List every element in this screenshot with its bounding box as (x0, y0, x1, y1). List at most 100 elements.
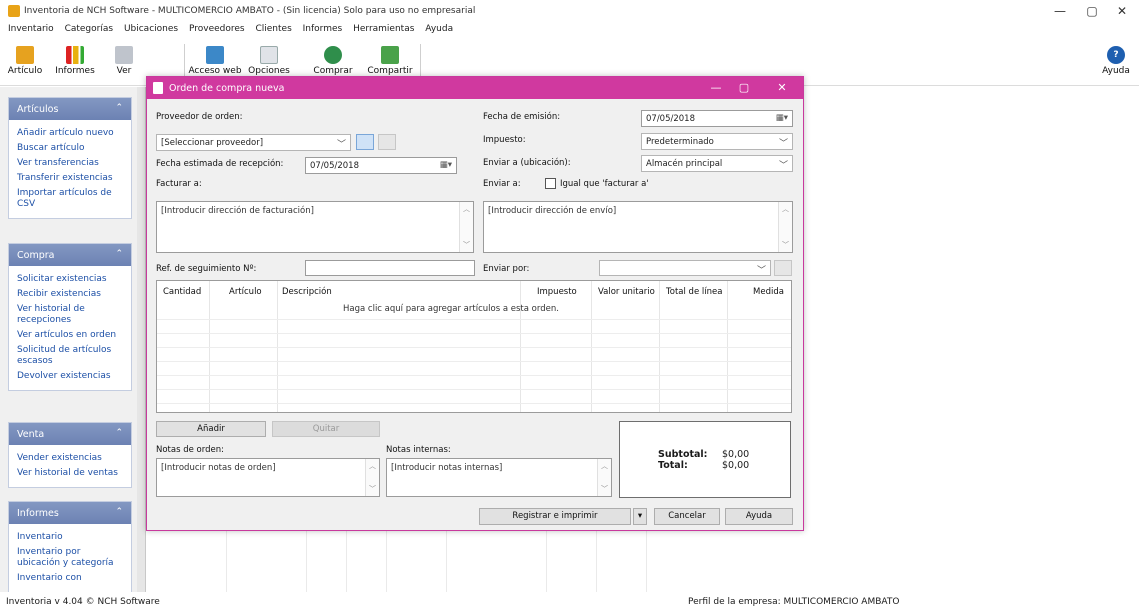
status-company: Perfil de la empresa: MULTICOMERCIO AMBA… (688, 597, 900, 607)
link-vender-existencias[interactable]: Vender existencias (9, 451, 131, 466)
calendar-icon[interactable]: ▦▾ (776, 113, 788, 123)
informes-button[interactable]: Informes (50, 40, 100, 86)
notas-internas-textarea[interactable]: [Introducir notas internas] ︿ ﹀ (386, 458, 612, 497)
supplier-search-button[interactable] (356, 134, 374, 150)
toolbar-separator (420, 44, 421, 80)
link-inventario[interactable]: Inventario (9, 530, 131, 545)
menu-herramientas[interactable]: Herramientas (353, 24, 414, 34)
empty-hint[interactable]: Haga clic aquí para agregar artículos a … (343, 304, 559, 314)
col-impuesto[interactable]: Impuesto (537, 287, 577, 297)
collapse-icon[interactable]: ⌃ (115, 103, 123, 113)
link-buscar-articulo[interactable]: Buscar artículo (9, 141, 131, 156)
col-medida[interactable]: Medida (753, 287, 784, 297)
menu-inventario[interactable]: Inventario (8, 24, 54, 34)
collapse-icon[interactable]: ⌃ (115, 428, 123, 438)
panel-informes: Informes ⌃ Inventario Inventario por ubi… (8, 501, 132, 592)
ayuda-toolbar-button[interactable]: ? Ayuda (1098, 40, 1134, 86)
link-ver-transferencias[interactable]: Ver transferencias (9, 156, 131, 171)
shipping-placeholder: [Introducir dirección de envío] (488, 206, 617, 216)
toolbar-separator (184, 44, 185, 80)
dialog-title: Orden de compra nueva (169, 83, 285, 94)
menu-ayuda[interactable]: Ayuda (425, 24, 453, 34)
ayuda-button[interactable]: Ayuda (725, 508, 793, 525)
chevron-down-icon: ﹀ (778, 139, 788, 149)
col-articulo[interactable]: Artículo (229, 287, 262, 297)
registrar-button[interactable]: Registrar e imprimir (479, 508, 631, 525)
proveedor-select[interactable]: [Seleccionar proveedor] ﹀ (156, 134, 351, 151)
quitar-button[interactable]: Quitar (272, 421, 380, 437)
link-transferir-existencias[interactable]: Transferir existencias (9, 171, 131, 186)
notas-internas-scrollbar[interactable]: ︿ ﹀ (597, 459, 611, 496)
panel-informes-header[interactable]: Informes ⌃ (9, 502, 131, 524)
panel-compra: Compra ⌃ Solicitar existencias Recibir e… (8, 243, 132, 391)
share-icon (381, 46, 399, 64)
link-inventario-ubicacion[interactable]: Inventario por ubicación y categoría (9, 545, 131, 571)
calendar-icon[interactable]: ▦▾ (440, 160, 452, 170)
minimize-button[interactable]: — (1045, 2, 1075, 20)
menu-ubicaciones[interactable]: Ubicaciones (124, 24, 178, 34)
col-descripcion[interactable]: Descripción (282, 287, 332, 297)
supplier-edit-icon (378, 134, 396, 150)
shipping-address-textarea[interactable]: [Introducir dirección de envío] ︿ ﹀ (483, 201, 793, 253)
dialog-maximize-button[interactable]: ▢ (733, 79, 755, 97)
shipping-scrollbar[interactable]: ︿ ﹀ (778, 202, 792, 252)
panel-compra-header[interactable]: Compra ⌃ (9, 244, 131, 266)
registrar-dropdown-button[interactable]: ▾ (633, 508, 647, 525)
dialog-minimize-button[interactable]: — (705, 79, 727, 97)
link-devolver-existencias[interactable]: Devolver existencias (9, 369, 131, 384)
link-articulos-escasos[interactable]: Solicitud de artículos escasos (9, 343, 131, 369)
panel-venta-header[interactable]: Venta ⌃ (9, 423, 131, 445)
dialog-titlebar: Orden de compra nueva — ▢ ✕ (147, 77, 803, 99)
fecha-recepcion-field[interactable]: 07/05/2018 ▦▾ (305, 157, 457, 174)
options-icon (260, 46, 278, 64)
chevron-down-icon: ﹀ (778, 161, 788, 171)
link-articulos-en-orden[interactable]: Ver artículos en orden (9, 328, 131, 343)
close-button[interactable]: ✕ (1107, 2, 1137, 20)
ver-button[interactable]: Ver (104, 40, 144, 86)
link-historial-ventas[interactable]: Ver historial de ventas (9, 466, 131, 481)
anadir-button[interactable]: Añadir (156, 421, 266, 437)
ref-field[interactable] (305, 260, 475, 276)
link-solicitar-existencias[interactable]: Solicitar existencias (9, 272, 131, 287)
notas-orden-label: Notas de orden: (156, 445, 224, 455)
col-valor-unitario[interactable]: Valor unitario (598, 287, 655, 297)
items-table[interactable]: Cantidad Artículo Descripción Impuesto V… (156, 280, 792, 413)
collapse-icon[interactable]: ⌃ (115, 249, 123, 259)
enviar-por-select[interactable]: ﹀ (599, 260, 771, 276)
menu-informes[interactable]: Informes (303, 24, 343, 34)
link-recibir-existencias[interactable]: Recibir existencias (9, 287, 131, 302)
fecha-emision-field[interactable]: 07/05/2018 ▦▾ (641, 110, 793, 127)
col-cantidad[interactable]: Cantidad (163, 287, 201, 297)
menu-categorias[interactable]: Categorías (65, 24, 114, 34)
collapse-icon[interactable]: ⌃ (115, 507, 123, 517)
enviar-ubicacion-select[interactable]: Almacén principal ﹀ (641, 155, 793, 172)
sidebar-scrollbar[interactable] (137, 87, 145, 592)
window-titlebar: Inventoria de NCH Software - MULTICOMERC… (0, 0, 1139, 22)
link-importar-csv[interactable]: Importar artículos de CSV (9, 186, 131, 212)
menu-clientes[interactable]: Clientes (255, 24, 291, 34)
notas-orden-textarea[interactable]: [Introducir notas de orden] ︿ ﹀ (156, 458, 380, 497)
purchase-order-dialog: Orden de compra nueva — ▢ ✕ Proveedor de… (146, 76, 804, 531)
impuesto-select[interactable]: Predeterminado ﹀ (641, 133, 793, 150)
billing-address-textarea[interactable]: [Introducir dirección de facturación] ︿ ﹀ (156, 201, 474, 253)
articulo-button[interactable]: Artículo (4, 40, 46, 86)
row-divider (157, 403, 791, 404)
link-inventario-con[interactable]: Inventario con (9, 571, 131, 586)
link-anadir-articulo[interactable]: Añadir artículo nuevo (9, 126, 131, 141)
igual-checkbox[interactable] (545, 178, 556, 189)
col-total-linea[interactable]: Total de línea (666, 287, 722, 297)
maximize-button[interactable]: ▢ (1077, 2, 1107, 20)
panel-title: Venta (17, 429, 45, 440)
notas-orden-scrollbar[interactable]: ︿ ﹀ (365, 459, 379, 496)
row-divider (157, 333, 791, 334)
igual-label: Igual que 'facturar a' (560, 179, 649, 189)
dialog-close-button[interactable]: ✕ (771, 79, 793, 97)
menu-proveedores[interactable]: Proveedores (189, 24, 245, 34)
impuesto-value: Predeterminado (646, 137, 714, 147)
billing-scrollbar[interactable]: ︿ ﹀ (459, 202, 473, 252)
edit-icon[interactable] (774, 260, 792, 276)
link-historial-recepciones[interactable]: Ver historial de recepciones (9, 302, 131, 328)
panel-articulos-header[interactable]: Artículos ⌃ (9, 98, 131, 120)
notas-internas-label: Notas internas: (386, 445, 451, 455)
cancelar-button[interactable]: Cancelar (654, 508, 720, 525)
